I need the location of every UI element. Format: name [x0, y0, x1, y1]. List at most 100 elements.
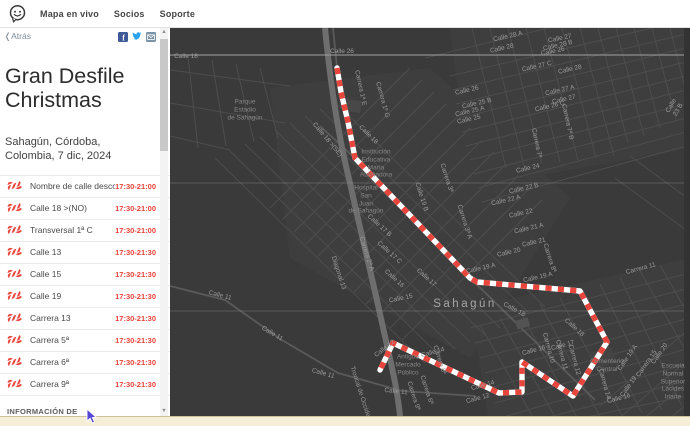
- closure-row[interactable]: Carrera 5ª 17:30-21:30: [0, 330, 170, 352]
- road-closure-icon: [7, 313, 22, 323]
- map-label: Carrera 9ª: [405, 380, 422, 412]
- nav-item-live-map[interactable]: Mapa en vivo: [40, 9, 99, 19]
- closure-street-name: Transversal 1ª C: [30, 225, 93, 236]
- map-label: Calle 11: [260, 324, 285, 343]
- map-label: Carrera 8ª: [541, 242, 558, 274]
- map-labels-layer: Calle 18 Calle 26 Calle 27 Calle 26 Carrera …: [170, 28, 690, 426]
- map-label: Calle 16: [383, 268, 406, 290]
- map-label: Calle 27 C: [521, 59, 553, 74]
- closure-row[interactable]: Transversal 1ª C 17:30-21:00: [0, 220, 170, 242]
- map-label: Calle 28 A: [492, 29, 524, 44]
- closure-row[interactable]: Carrera 9ª 17:30-21:30: [0, 374, 170, 396]
- facebook-icon[interactable]: f: [118, 31, 128, 42]
- map-label: Carrera 8ª: [431, 344, 448, 376]
- closure-row[interactable]: Carrera 6ª 17:30-21:30: [0, 352, 170, 374]
- closure-time-range: 17:30-21:30: [115, 379, 156, 389]
- map-label: Calle 21 A: [513, 221, 545, 236]
- map-label: Carrera 11: [554, 339, 569, 371]
- map-label: Sahagún: [433, 298, 497, 311]
- map-label: Carrera 15: [634, 349, 659, 379]
- closure-row[interactable]: Calle 15 17:30-21:30: [0, 264, 170, 286]
- map-label: Calle 17: [550, 339, 576, 353]
- map-label: Carrera 3ª: [438, 162, 455, 194]
- event-title: Gran Desfile Christmas: [5, 64, 125, 113]
- map-label: Calle 22: [508, 207, 534, 220]
- map-label: Calle 19 A: [616, 343, 640, 372]
- cookie-banner-edge[interactable]: [0, 416, 690, 426]
- map-label: Calle 25: [456, 113, 482, 126]
- map-label: Calle 19: [618, 374, 639, 399]
- email-icon[interactable]: [146, 31, 156, 42]
- road-closure-icon: [7, 357, 22, 367]
- map-label: Calle 20: [496, 246, 522, 259]
- map-label: Calle 19 A: [465, 261, 497, 276]
- map-label: Calle 16: [521, 344, 547, 358]
- road-closure-icon: [7, 203, 22, 213]
- closure-street-name: Carrera 6ª: [30, 357, 70, 368]
- road-closure-icon: [7, 269, 22, 279]
- map-label: Calle 17 C: [375, 239, 403, 266]
- closure-street-name: Carrera 9ª: [30, 379, 70, 390]
- map-label: Carrera 14: [596, 367, 612, 400]
- closure-time-range: 17:30-21:00: [115, 225, 156, 235]
- map-label: Calle 11: [384, 386, 409, 397]
- nav-item-support[interactable]: Soporte: [160, 9, 195, 19]
- waze-live-map-page: Mapa en vivo Socios Soporte ❬Atrás f Gra…: [0, 0, 690, 426]
- closure-row[interactable]: Calle 13 17:30-21:30: [0, 242, 170, 264]
- map-label: Calle 17: [415, 267, 438, 289]
- road-closure-icon: [7, 225, 22, 235]
- map-label: Calle 17 B: [365, 213, 393, 239]
- map-canvas[interactable]: Calle 18 Calle 26 Calle 27 Calle 26 Carrera …: [170, 28, 690, 426]
- map-label: Institución Educativa María Auxiliadora: [359, 148, 393, 179]
- back-link[interactable]: ❬Atrás: [4, 31, 31, 42]
- map-label: Cementerio Central: [590, 358, 624, 373]
- map-label: Calle 16: [606, 392, 632, 406]
- map-label: Carrera 3ª A: [455, 203, 474, 240]
- closure-time-range: 17:30-21:30: [115, 335, 156, 345]
- map-label: Calle 27: [551, 93, 577, 106]
- closure-street-name: Calle 18 >(NO): [30, 203, 87, 214]
- closure-row[interactable]: Carrera 13 17:30-21:30: [0, 308, 170, 330]
- map-label: Calle 26: [454, 84, 480, 97]
- scrollbar-thumb[interactable]: [160, 39, 168, 151]
- map-label: Carrera 12: [566, 343, 582, 376]
- closure-street-name: Calle 13: [30, 247, 62, 258]
- nav-item-partners[interactable]: Socios: [114, 9, 145, 19]
- twitter-icon[interactable]: [132, 31, 142, 42]
- map-label: Hospital San Juan de Sahagún: [348, 184, 384, 215]
- map-label: Calle 14: [470, 379, 496, 393]
- back-label: Atrás: [11, 31, 31, 41]
- map-label: Calle 22 A: [490, 193, 522, 208]
- closure-street-name: Calle 19: [30, 291, 62, 302]
- map-label: Calle 18: [502, 300, 527, 319]
- map-label: Calle 27: [547, 32, 573, 45]
- road-closure-icon: [7, 379, 22, 389]
- scrollbar-up-arrow[interactable]: ▲: [160, 28, 168, 37]
- scrollbar-down-arrow[interactable]: ▼: [160, 407, 168, 416]
- road-closure-icon: [7, 291, 22, 301]
- closure-time-range: 17:30-21:30: [115, 313, 156, 323]
- share-buttons: f: [118, 31, 156, 42]
- map-label: Parque Estadio de Sahagún: [227, 98, 263, 121]
- map-label: Carrera 1ª G: [374, 81, 391, 119]
- closure-street-name: Nombre de calle desconocido: [30, 181, 116, 192]
- map-label: Calle 19 B: [413, 181, 430, 213]
- map-label: Carrera 1ª E: [353, 69, 368, 107]
- map-label: Calle 19 A: [522, 270, 554, 285]
- sidebar-scrollbar[interactable]: ▲ ▼: [160, 28, 168, 416]
- map-label: Calle 26: [330, 48, 354, 56]
- waze-logo-icon[interactable]: [8, 4, 27, 24]
- closure-row[interactable]: Calle 19 17:30-21:30: [0, 286, 170, 308]
- closure-row[interactable]: Calle 18 >(NO) 17:30-21:00: [0, 198, 170, 220]
- map-label: Calle 23 B: [664, 97, 685, 118]
- map-label: Calle 18: [357, 123, 380, 146]
- closure-row[interactable]: Nombre de calle desconocido 17:30-21:00: [0, 176, 170, 198]
- map-label: Calle 11: [310, 367, 336, 381]
- closure-time-range: 17:30-21:30: [115, 291, 156, 301]
- road-closure-icon: [7, 181, 22, 191]
- map-label: Calle 11: [207, 289, 233, 302]
- map-label: Calle 20: [649, 341, 670, 366]
- map-label: Calle 12: [373, 338, 397, 359]
- closure-time-range: 17:30-21:30: [115, 247, 156, 257]
- closure-time-range: 17:30-21:30: [115, 269, 156, 279]
